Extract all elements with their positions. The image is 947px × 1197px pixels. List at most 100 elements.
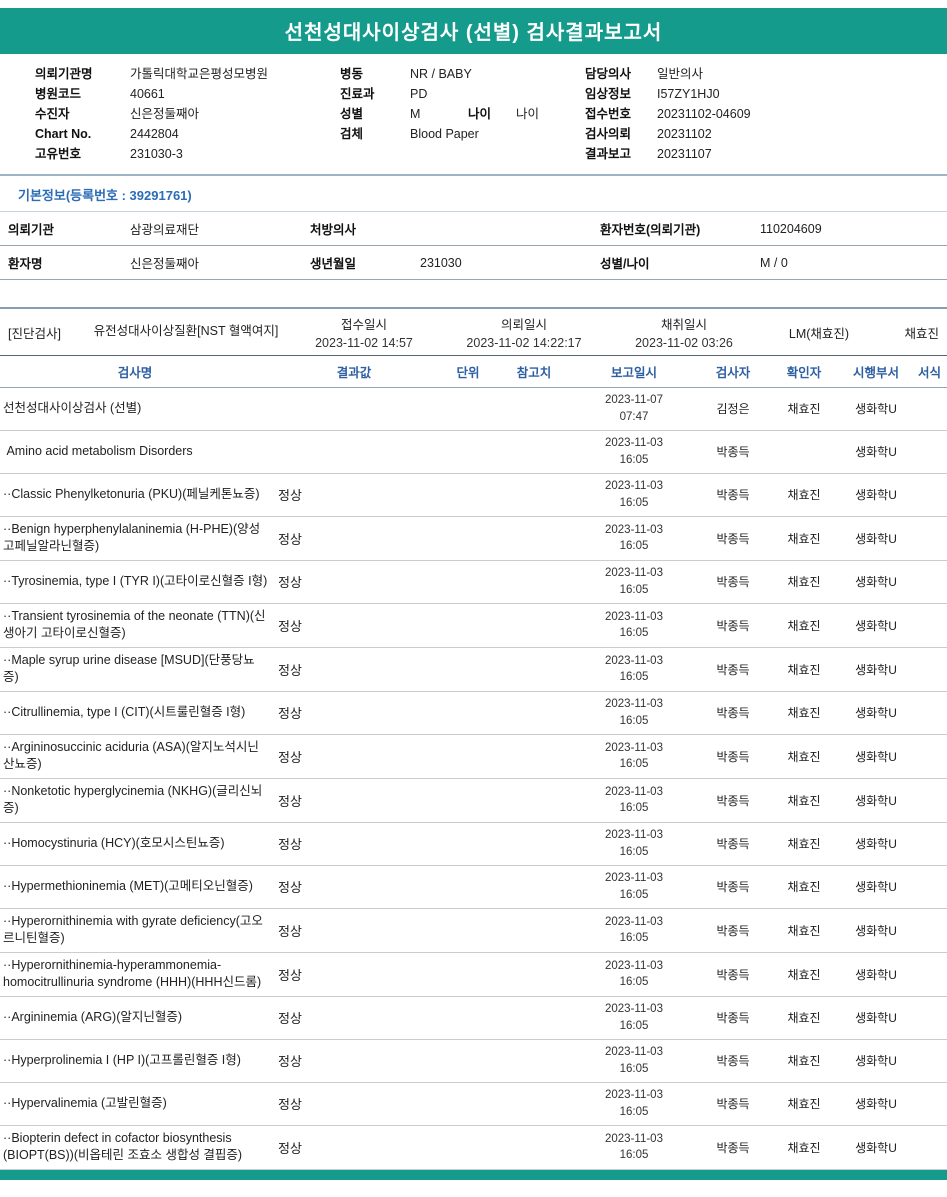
exam-test-name: 유전성대사이상질환[NST 혈액여지] — [93, 324, 279, 339]
cell-department: 생화학U — [840, 603, 912, 648]
cell-format — [912, 560, 947, 604]
cell-format — [912, 691, 947, 735]
basic-field-patient-no: 환자번호(의뢰기관) 110204609 — [600, 219, 947, 238]
cell-result-value: 정상 — [270, 908, 438, 953]
cell-report-datetime: 2023-11-03 16:05 — [570, 1082, 698, 1126]
field-label: 접수번호 — [585, 107, 632, 121]
cell-examiner: 박종득 — [698, 691, 768, 735]
field-label: 검사의뢰 — [585, 127, 632, 141]
field-value: 신은정둘째아 — [130, 257, 200, 271]
field-value: 20231102-04609 — [657, 107, 751, 121]
cell-examiner: 박종득 — [698, 473, 768, 517]
exam-tag: [진단검사] — [8, 326, 61, 341]
cell-confirmer: 채효진 — [768, 996, 840, 1040]
cell-confirmer: 채효진 — [768, 1125, 840, 1170]
cell-examiner: 박종득 — [698, 996, 768, 1040]
result-row: Amino acid metabolism Disorders 2023-11-0… — [0, 430, 947, 474]
info-field-clinical-info: 임상정보 I57ZY1HJ0 — [585, 85, 947, 104]
cell-department: 생화학U — [840, 908, 912, 953]
cell-department: 생화학U — [840, 430, 912, 474]
cell-result-value: 정상 — [270, 1082, 438, 1126]
cell-examiner: 박종득 — [698, 822, 768, 866]
cell-reference — [498, 734, 570, 779]
result-row: ··Citrullinemia, type I (CIT)(시트룰린혈증 I형)… — [0, 691, 947, 735]
cell-confirmer: 채효진 — [768, 822, 840, 866]
cell-unit — [438, 822, 498, 866]
col-header-unit: 단위 — [438, 356, 498, 388]
cell-result-value: 정상 — [270, 996, 438, 1040]
cell-department: 생화학U — [840, 387, 912, 431]
cell-result-value: 정상 — [270, 691, 438, 735]
cell-report-datetime: 2023-11-03 16:05 — [570, 603, 698, 648]
field-label: 나이 — [468, 107, 492, 121]
cell-confirmer: 채효진 — [768, 647, 840, 692]
cell-result-value: 정상 — [270, 1039, 438, 1083]
result-row: ··Hypervalinemia (고발린혈증) 정상 2023-11-03 16:… — [0, 1082, 947, 1126]
field-value: 신은정둘째아 — [130, 107, 200, 121]
field-label: 병원코드 — [35, 87, 82, 101]
cell-confirmer: 채효진 — [768, 952, 840, 997]
info-field-doctor: 담당의사 일반의사 — [585, 65, 947, 84]
cell-test-name: ··Nonketotic hyperglycinemia (NKHG)(글리신뇌… — [0, 778, 270, 823]
cell-examiner: 박종득 — [698, 1082, 768, 1126]
result-row: ··Biopterin defect in cofactor biosynthe… — [0, 1125, 947, 1170]
cell-confirmer: 채효진 — [768, 560, 840, 604]
cell-confirmer: 채효진 — [768, 473, 840, 517]
field-value: 231030-3 — [130, 147, 183, 161]
result-row: ··Hypermethioninemia (MET)(고메티오닌혈증) 정상 202… — [0, 865, 947, 909]
info-field-unique-no: 고유번호 231030-3 — [35, 145, 340, 164]
col-header-confirmer: 확인자 — [768, 356, 840, 388]
cell-result-value: 정상 — [270, 865, 438, 909]
cell-result-value: 정상 — [270, 1125, 438, 1170]
field-value: 20231102 — [657, 127, 712, 141]
cell-result-value: 정상 — [270, 647, 438, 692]
cell-examiner: 박종득 — [698, 778, 768, 823]
info-field-department: 진료과 PD — [340, 85, 585, 104]
info-field-hospital-code: 병원코드 40661 — [35, 85, 340, 104]
cell-examiner: 박종득 — [698, 865, 768, 909]
cell-unit — [438, 778, 498, 823]
cell-test-name: ··Classic Phenylketonuria (PKU)(페닐케톤뇨증) — [0, 473, 270, 517]
cell-format — [912, 1082, 947, 1126]
info-field-receipt-no: 접수번호 20231102-04609 — [585, 105, 947, 124]
cell-report-datetime: 2023-11-03 16:05 — [570, 560, 698, 604]
cell-format — [912, 430, 947, 474]
cell-format — [912, 647, 947, 692]
cell-unit — [438, 1125, 498, 1170]
cell-format — [912, 778, 947, 823]
cell-reference — [498, 691, 570, 735]
cell-unit — [438, 1039, 498, 1083]
cell-report-datetime: 2023-11-03 16:05 — [570, 996, 698, 1040]
field-label: 고유번호 — [35, 147, 82, 161]
cell-confirmer: 채효진 — [768, 603, 840, 648]
cell-unit — [438, 430, 498, 474]
cell-format — [912, 996, 947, 1040]
basic-field-patient-name: 환자명 신은정둘째아 — [8, 253, 310, 272]
cell-unit — [438, 691, 498, 735]
cell-test-name: ··Maple syrup urine disease [MSUD](단풍당뇨증… — [0, 647, 270, 692]
cell-test-name: ··Argininosuccinic aciduria (ASA)(알지노석시닌… — [0, 734, 270, 779]
cell-result-value: 정상 — [270, 516, 438, 561]
cell-confirmer: 채효진 — [768, 691, 840, 735]
info-field-gender-age: 성별 M 나이 나이 — [340, 105, 585, 124]
cell-report-datetime: 2023-11-03 16:05 — [570, 865, 698, 909]
cell-format — [912, 952, 947, 997]
cell-test-name: ··Biopterin defect in cofactor biosynthe… — [0, 1125, 270, 1170]
lab-report-page: 선천성대사이상검사 (선별) 검사결과보고서 의뢰기관명 가톨릭대학교은평성모병… — [0, 8, 947, 1180]
col-header-examiner: 검사자 — [698, 356, 768, 388]
cell-test-name: ··Citrullinemia, type I (CIT)(시트룰린혈증 I형) — [0, 691, 270, 735]
cell-department: 생화학U — [840, 560, 912, 604]
basic-field-gender-age: 성별/나이 M / 0 — [600, 253, 947, 272]
info-field-ward: 병동 NR / BABY — [340, 65, 585, 84]
basic-field-referring-org: 의뢰기관 삼광의료재단 — [8, 219, 310, 238]
collector: LM(채효진) — [788, 326, 850, 341]
cell-reference — [498, 1082, 570, 1126]
result-row: ··Benign hyperphenylalaninemia (H-PHE)(양… — [0, 516, 947, 561]
cell-result-value: 정상 — [270, 734, 438, 779]
cell-department: 생화학U — [840, 691, 912, 735]
cell-report-datetime: 2023-11-03 16:05 — [570, 952, 698, 997]
field-label: 병동 — [340, 67, 364, 81]
col-header-reference: 참고치 — [498, 356, 570, 388]
cell-format — [912, 473, 947, 517]
cell-reference — [498, 822, 570, 866]
